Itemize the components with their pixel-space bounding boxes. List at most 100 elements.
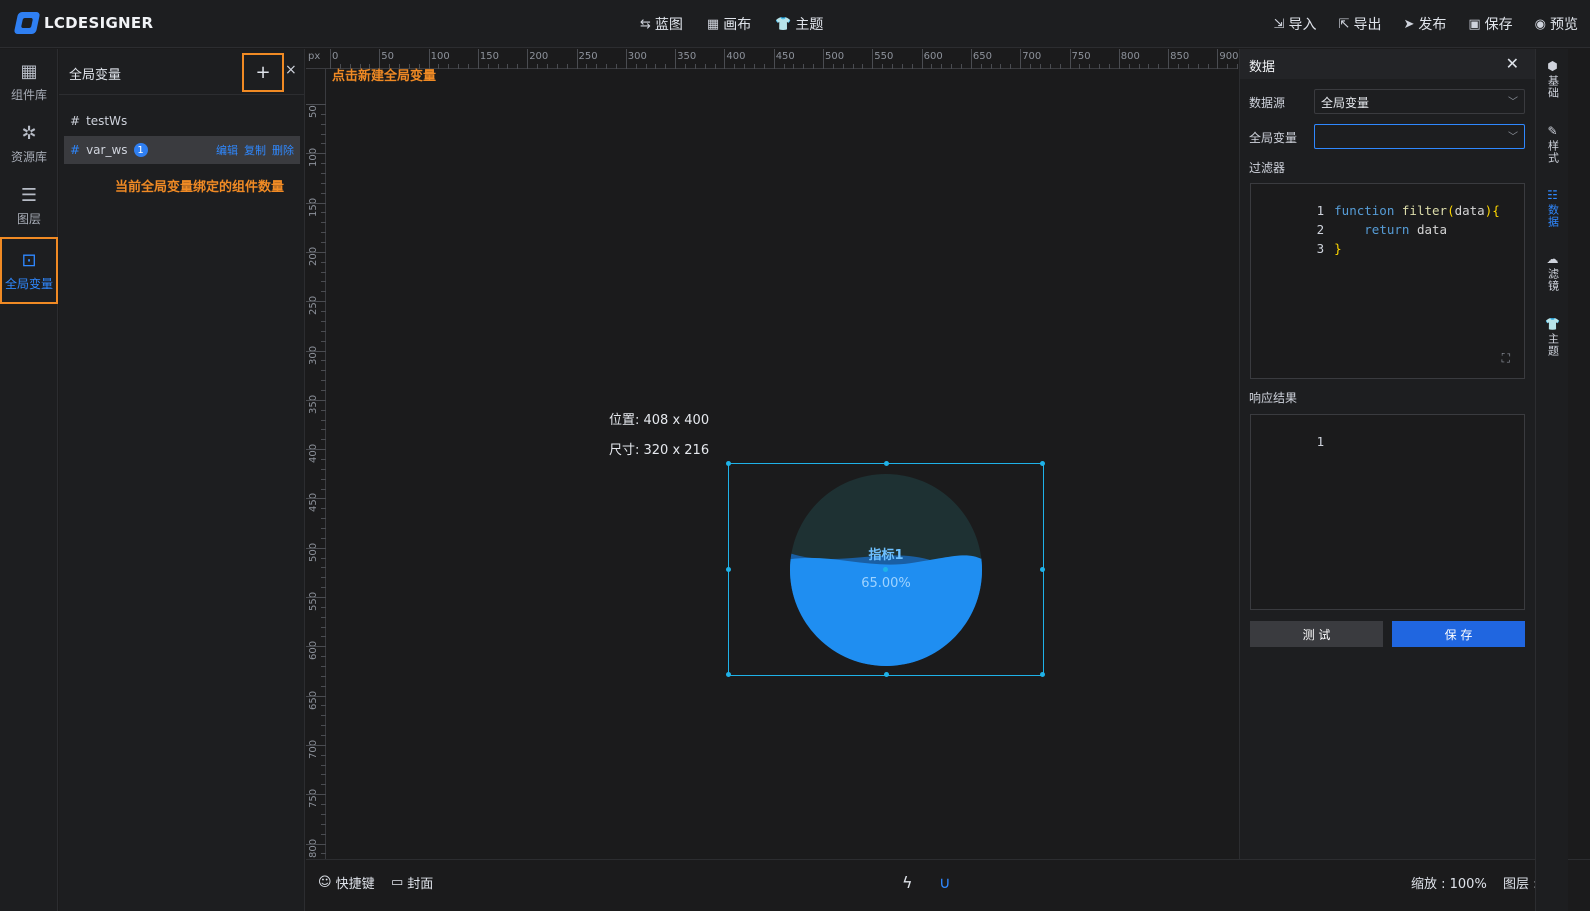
ruler-tick xyxy=(321,370,326,372)
sidebar-item-global-vars[interactable]: ⊡ 全局变量 xyxy=(0,237,58,304)
app-logo[interactable]: LCDESIGNER xyxy=(13,12,153,34)
ruler-tick xyxy=(1099,64,1101,69)
left-ruler[interactable]: 50 100 150 200 250 300 350 400 450 500 550 600 650 70… xyxy=(306,69,326,859)
tab-data[interactable]: ☷ 数据 xyxy=(1536,188,1569,228)
tab-base[interactable]: ⬢ 基础 xyxy=(1536,59,1569,99)
ruler-tick-label: 900 xyxy=(1219,51,1238,62)
nav-canvas[interactable]: ▦ 画布 xyxy=(707,14,751,34)
ruler-tick-label: 100 xyxy=(308,148,319,168)
ruler-tick-label: 550 xyxy=(874,51,894,62)
nav-theme[interactable]: 👕 主题 xyxy=(775,14,823,34)
import-button[interactable]: ⇲ 导入 xyxy=(1274,14,1317,34)
ruler-tick xyxy=(321,715,326,717)
preview-label: 预览 xyxy=(1550,17,1578,33)
resize-handle[interactable] xyxy=(726,672,731,677)
resize-handle[interactable] xyxy=(884,461,889,466)
ruler-tick xyxy=(1049,64,1051,69)
ruler-tick xyxy=(941,64,943,69)
sidebar-item-layers[interactable]: ☰ 图层 xyxy=(0,175,58,237)
center-nav: ⇆ 蓝图 ▦ 画布 👕 主题 xyxy=(640,14,823,34)
ruler-tick xyxy=(823,49,824,69)
ruler-tick xyxy=(842,64,844,69)
result-label: 响应结果 xyxy=(1249,391,1298,405)
edit-var-link[interactable]: 编辑 xyxy=(216,142,238,158)
fullscreen-icon[interactable]: ⛶ xyxy=(1502,351,1510,366)
shortcuts-button[interactable]: ☺ 快捷键 xyxy=(318,873,375,892)
ruler-unit: px xyxy=(308,51,321,62)
ruler-tick xyxy=(1177,64,1179,69)
hash-icon: # xyxy=(70,143,81,157)
ruler-tick xyxy=(330,49,331,69)
ruler-tick xyxy=(321,173,326,175)
ruler-tick xyxy=(321,587,326,589)
close-icon[interactable]: ✕ xyxy=(1506,54,1519,73)
resize-handle[interactable] xyxy=(884,672,889,677)
export-button[interactable]: ⇱ 导出 xyxy=(1339,14,1382,34)
ruler-tick xyxy=(306,301,326,303)
resize-handle[interactable] xyxy=(1040,567,1045,572)
ruler-tick xyxy=(1148,64,1150,69)
global-var-item-selected[interactable]: # var_ws 1 编辑 复制 删除 xyxy=(64,136,300,164)
ruler-tick xyxy=(321,163,326,165)
ruler-tick xyxy=(321,725,326,727)
resize-handle[interactable] xyxy=(1040,461,1045,466)
tab-style[interactable]: ✎ 样式 xyxy=(1536,124,1569,164)
sidebar-item-components[interactable]: ▦ 组件库 xyxy=(0,51,58,113)
preview-button[interactable]: ◉ 预览 xyxy=(1535,14,1578,34)
ruler-tick xyxy=(321,666,326,668)
ruler-tick xyxy=(321,212,326,214)
center-handle[interactable] xyxy=(883,567,888,572)
shortcuts-label: 快捷键 xyxy=(335,877,375,892)
global-var-item[interactable]: # testWs xyxy=(64,107,300,135)
filter-code-editor[interactable]: 1 function filter(data){ 2 return data 3}… xyxy=(1250,183,1525,379)
save-button[interactable]: ▣ 保存 xyxy=(1468,14,1512,34)
hash-icon: # xyxy=(70,114,81,128)
ruler-tick xyxy=(306,695,326,697)
publish-icon: ➤ xyxy=(1403,16,1415,32)
response-result-editor[interactable]: 1 xyxy=(1250,414,1525,610)
base-icon: ⬢ xyxy=(1547,59,1558,73)
import-icon: ⇲ xyxy=(1273,16,1285,32)
tab-filter[interactable]: ☁ 滤镜 xyxy=(1536,252,1569,292)
copy-var-link[interactable]: 复制 xyxy=(244,142,266,158)
ruler-tick xyxy=(321,340,326,342)
ruler-tick xyxy=(763,64,765,69)
ruler-tick xyxy=(911,64,913,69)
global-var-select[interactable]: ﹀ xyxy=(1314,124,1525,149)
resize-handle[interactable] xyxy=(1040,672,1045,677)
ruler-tick xyxy=(990,64,992,69)
save-data-button[interactable]: 保 存 xyxy=(1392,621,1525,647)
resize-handle[interactable] xyxy=(726,567,731,572)
magnet-icon[interactable]: ∪ xyxy=(939,873,951,892)
resize-handle[interactable] xyxy=(726,461,731,466)
theme-shirt-icon: 👕 xyxy=(775,16,792,32)
ruler-tick xyxy=(321,606,326,608)
test-button[interactable]: 测 试 xyxy=(1250,621,1383,647)
ruler-tick xyxy=(537,64,539,69)
add-global-variable-button[interactable]: + xyxy=(242,53,284,92)
publish-label: 发布 xyxy=(1418,17,1447,33)
ruler-tick xyxy=(1207,64,1209,69)
right-tab-bar: ⬢ 基础 ✎ 样式 ☷ 数据 ☁ 滤镜 👕 主题 xyxy=(1535,49,1568,911)
delete-var-link[interactable]: 删除 xyxy=(272,142,294,158)
nav-blueprint[interactable]: ⇆ 蓝图 xyxy=(640,14,683,34)
data-source-value: 全局变量 xyxy=(1321,96,1370,110)
tab-theme[interactable]: 👕 主题 xyxy=(1536,317,1569,357)
ruler-tick-label: 50 xyxy=(308,105,319,118)
zoom-readout[interactable]: 缩放 : 100% xyxy=(1411,873,1487,892)
ruler-tick xyxy=(321,735,326,737)
publish-button[interactable]: ➤ 发布 xyxy=(1403,14,1446,34)
sidebar-item-resources[interactable]: ✲ 资源库 xyxy=(0,113,58,175)
top-ruler[interactable]: px 0 50 100 150 200 250 300 350 400 450 500 550 600 6… xyxy=(306,49,1238,69)
ruler-tick xyxy=(901,64,903,69)
ruler-tick xyxy=(744,64,746,69)
ruler-tick xyxy=(931,64,933,69)
canvas-area[interactable]: px 0 50 100 150 200 250 300 350 400 450 500 550 600 6… xyxy=(306,49,1238,859)
image-icon: ▭ xyxy=(391,875,404,890)
cover-button[interactable]: ▭ 封面 xyxy=(391,873,433,892)
lightning-icon[interactable]: ϟ xyxy=(902,873,913,892)
export-label: 导出 xyxy=(1353,17,1382,33)
ruler-tick xyxy=(321,330,326,332)
data-source-select[interactable]: 全局变量 ﹀ xyxy=(1314,89,1525,114)
close-panel-button[interactable]: × xyxy=(285,62,297,78)
